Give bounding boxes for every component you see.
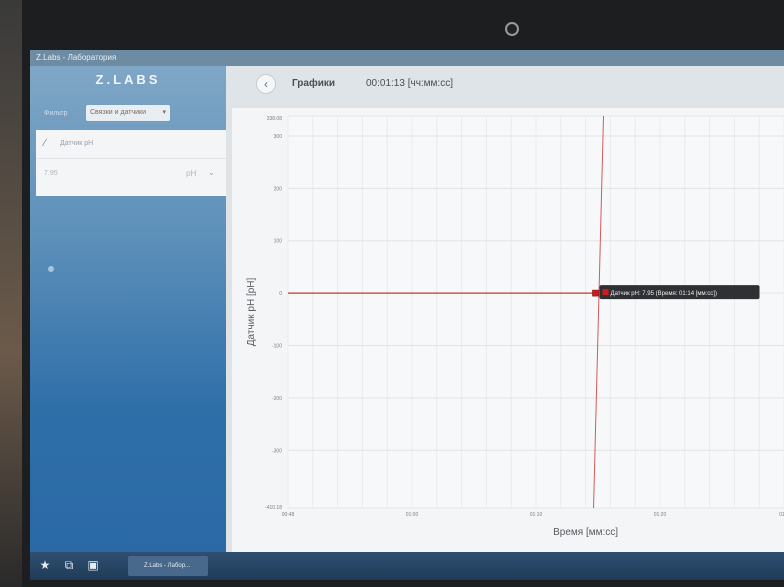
- star-icon[interactable]: ★: [38, 558, 52, 572]
- y-tick-label: -300: [272, 448, 282, 454]
- y-max-label: 338.08: [267, 116, 283, 122]
- chevron-down-icon: ▾: [162, 109, 166, 116]
- tooltip-swatch: [602, 289, 609, 296]
- sensor-name: Датчик pH: [60, 140, 94, 147]
- tooltip-text: Датчик pH: 7.95 (Время: 01:14 [мм:сс]): [611, 291, 717, 297]
- y-tick-label: 200: [274, 186, 283, 192]
- filter-label: Фильтр: [44, 110, 68, 117]
- filter-dropdown-value: Связки и датчики: [90, 109, 147, 116]
- back-button[interactable]: ‹: [256, 74, 276, 94]
- sidebar: Z.LABS Фильтр Связки и датчики ▾ ⁄ Датчи…: [30, 66, 226, 552]
- taskbar-app-label: Z.Labs - Лабор...: [144, 563, 191, 569]
- taskbar-app-zlabs[interactable]: Z.Labs - Лабор...: [128, 556, 208, 576]
- folder-icon[interactable]: ▣: [86, 558, 100, 572]
- y-tick-label: 0: [279, 291, 282, 297]
- window-titlebar: Z.Labs - Лаборатория: [30, 50, 784, 66]
- x-tick-label: 01:10: [530, 512, 543, 518]
- chart-panel[interactable]: 300 200 100 0 -100 -200 -300 338.08 -410.18 00:48…: [232, 108, 784, 552]
- sensor-header: ⁄ Датчик pH: [36, 130, 226, 159]
- app-logo: Z.LABS: [95, 72, 161, 87]
- x-tick-label: 01:00: [406, 512, 419, 518]
- screen: Z.Labs - Лаборатория Z.LABS Фильтр Связк…: [30, 50, 784, 580]
- filter-dropdown[interactable]: Связки и датчики ▾: [86, 105, 170, 121]
- y-min-label: -410.18: [265, 505, 282, 511]
- x-tick-label: 01:20: [654, 512, 667, 518]
- y-tick-label: 300: [274, 134, 283, 140]
- sensor-card[interactable]: ⁄ Датчик pH 7.95 pH ⌄: [36, 130, 226, 196]
- header: ‹ Графики 00:01:13 [чч:мм:сс]: [226, 66, 784, 106]
- decorative-dot: [48, 266, 54, 272]
- sensor-unit: pH: [186, 169, 197, 178]
- x-axis-label: Время [мм:сс]: [553, 527, 618, 538]
- window-title: Z.Labs - Лаборатория: [36, 53, 117, 62]
- webcam: [505, 22, 519, 36]
- y-tick-label: -100: [272, 344, 282, 350]
- x-tick-label: 00:48: [282, 512, 295, 518]
- page-title: Графики: [292, 78, 336, 89]
- y-tick-label: 100: [274, 239, 283, 245]
- windows-icon[interactable]: ⧉: [62, 558, 76, 572]
- y-tick-label: -200: [272, 396, 282, 402]
- unit-chevron-icon[interactable]: ⌄: [208, 168, 215, 177]
- taskbar: ★ ⧉ ▣ Z.Labs - Лабор...: [30, 552, 784, 580]
- background-desk: [0, 0, 22, 587]
- cursor-marker: [592, 289, 599, 297]
- y-axis-label: Датчик pH [pH]: [246, 278, 257, 347]
- line-chart[interactable]: 300 200 100 0 -100 -200 -300 338.08 -410.1800:48…: [232, 108, 784, 552]
- elapsed-timer: 00:01:13 [чч:мм:сс]: [366, 78, 453, 89]
- x-tick-label: 01:3: [779, 512, 784, 518]
- sensor-probe-icon: ⁄: [44, 138, 46, 149]
- sensor-value: 7.95: [44, 170, 58, 177]
